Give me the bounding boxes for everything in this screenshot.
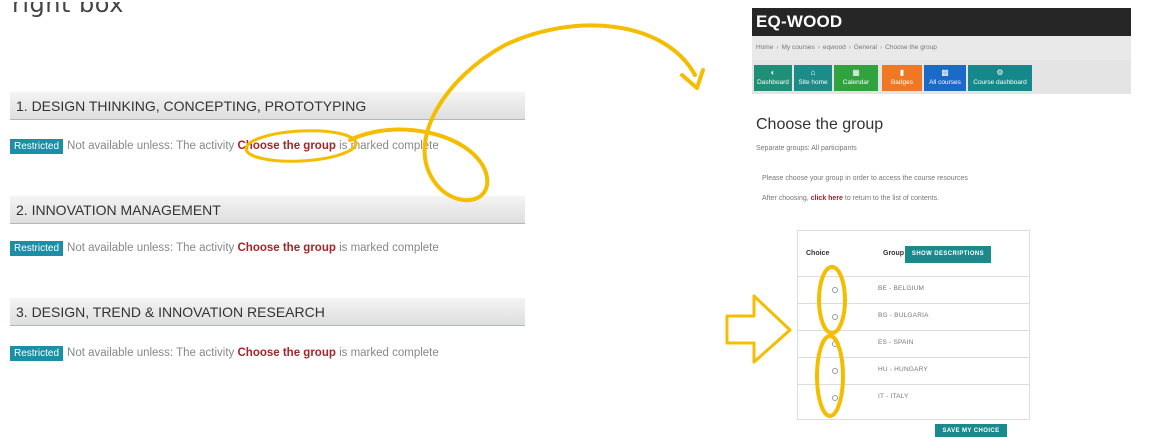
table-row[interactable]: HU - HUNGARY [798,357,1029,384]
breadcrumb-general[interactable]: General [854,44,877,51]
group-name: ES - SPAIN [878,339,914,346]
section-header-2[interactable]: 2. INNOVATION MANAGEMENT [10,196,525,224]
group-radio[interactable] [832,341,838,347]
nav-label: Badges [890,79,914,86]
instruction-text: to return to the list of contents. [842,195,940,202]
group-name: BG - BULGARIA [878,312,929,319]
click-here-link[interactable]: click here [811,195,843,202]
breadcrumb-current: Choose the group [885,44,937,51]
nav-course-dashboard-button[interactable]: ⚙ Course dashboard [968,65,1032,91]
page-title: right box [12,2,124,18]
show-descriptions-button[interactable]: SHOW DESCRIPTIONS [905,246,991,263]
choose-group-link[interactable]: Choose the group [237,347,335,359]
separate-groups-text: Separate groups: All participants [756,145,857,152]
table-row[interactable]: BG - BULGARIA [798,303,1029,330]
restriction-text: Not available unless: The activity [67,140,238,152]
group-name: HU - HUNGARY [878,366,928,373]
restriction-line-1: Restricted Not available unless: The acti… [10,139,439,154]
group-name: IT - ITALY [878,393,909,400]
column-header-choice: Choice [806,250,830,257]
course-navbar: ◐ Dashboard ⌂ Site home ▦ Calendar ▮ Bad… [752,60,1131,94]
nav-label: Calendar [842,79,870,86]
dashboard-icon: ◐ [770,68,776,77]
restricted-badge: Restricted [10,241,64,256]
restricted-badge: Restricted [10,139,64,154]
choose-group-heading: Choose the group [756,116,884,133]
nav-label: Dashboard [757,79,789,86]
breadcrumb: Home › My courses › eqwood › General › Choose th… [752,36,1131,60]
nav-label: Site home [798,79,828,86]
calendar-icon: ▦ [852,68,860,77]
restriction-line-2: Restricted Not available unless: The acti… [10,241,439,256]
section-header-1[interactable]: 1. DESIGN THINKING, CONCEPTING, PROTOTYP… [10,92,525,120]
section-header-3[interactable]: 3. DESIGN, TREND & INNOVATION RESEARCH [10,298,525,326]
return-instruction: After choosing, click here to return to … [762,195,939,202]
book-icon: ▩ [941,68,949,77]
nav-badges-button[interactable]: ▮ Badges [882,65,922,91]
group-choice-table: Choice Group SHOW DESCRIPTIONS BE - BELG… [797,230,1030,420]
instruction-text: Please choose your group in order to acc… [762,175,968,182]
group-name: BE - BELGIUM [878,285,925,292]
column-header-group: Group [883,250,904,257]
nav-site-home-button[interactable]: ⌂ Site home [794,65,832,91]
restriction-text: is marked complete [335,140,439,152]
app-title[interactable]: EQ-WOOD [752,8,1131,36]
group-choice-app: EQ-WOOD Home › My courses › eqwood › General › C… [752,8,1131,437]
nav-dashboard-button[interactable]: ◐ Dashboard [754,65,792,91]
breadcrumb-course[interactable]: eqwood [823,44,846,51]
restriction-text: is marked complete [335,347,439,359]
home-icon: ⌂ [810,68,816,77]
group-radio[interactable] [832,287,838,293]
breadcrumb-my-courses[interactable]: My courses [782,44,815,51]
instruction-text: After choosing, [762,195,811,202]
group-radio[interactable] [832,314,838,320]
group-radio[interactable] [832,395,838,401]
nav-label: All courses [929,79,961,86]
choose-group-link[interactable]: Choose the group [237,242,335,254]
table-row[interactable]: BE - BELGIUM [798,276,1029,303]
nav-calendar-button[interactable]: ▦ Calendar [834,65,878,91]
bookmark-icon: ▮ [899,68,905,77]
choose-group-link[interactable]: Choose the group [237,140,335,152]
save-choice-button[interactable]: SAVE MY CHOICE [935,424,1007,437]
group-radio[interactable] [832,368,838,374]
gears-icon: ⚙ [996,68,1004,77]
breadcrumb-home[interactable]: Home [756,44,773,51]
restriction-text: Not available unless: The activity [67,242,238,254]
restriction-text: Not available unless: The activity [67,347,238,359]
arrow-head [680,68,705,90]
nav-all-courses-button[interactable]: ▩ All courses [924,65,966,91]
nav-label: Course dashboard [973,79,1027,86]
table-row[interactable]: ES - SPAIN [798,330,1029,357]
page-title-clip: right box [12,2,152,28]
restriction-line-3: Restricted Not available unless: The acti… [10,346,439,361]
table-row[interactable]: IT - ITALY [798,384,1029,411]
restriction-text: is marked complete [335,242,439,254]
restricted-badge: Restricted [10,346,64,361]
